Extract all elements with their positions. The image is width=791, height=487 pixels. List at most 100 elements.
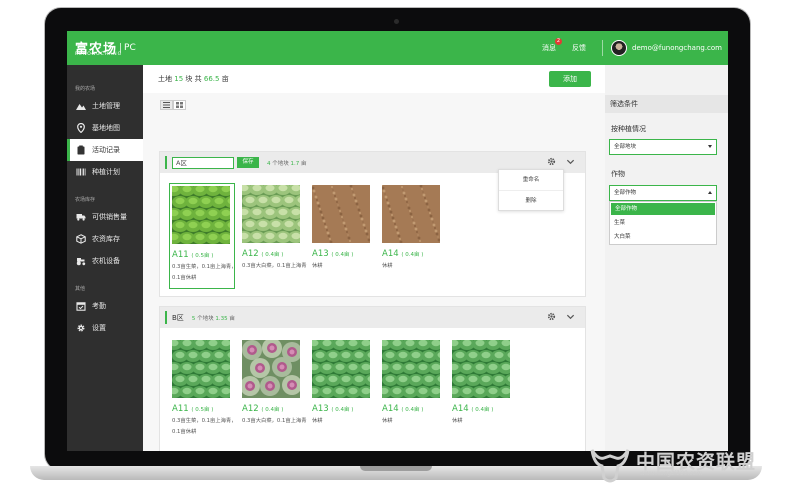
plot-card[interactable]: A14 ( 0.4亩 ) 休耕 [380, 183, 446, 276]
plot-description: 0.3亩生菜，0.1亩上海青，0.1亩休耕 [172, 418, 237, 435]
logo-subtitle: FUNONGCHANG [75, 52, 123, 57]
plot-card[interactable]: A14 ( 0.4亩 ) 休耕 [446, 338, 520, 431]
zone-header: B区 5 个地块 1.35 亩 [160, 307, 585, 328]
feedback-link[interactable]: 反馈 [572, 43, 586, 53]
summary-unit-mu: 亩 [221, 75, 229, 83]
sidebar-item-label: 农资库存 [92, 235, 120, 243]
sidebar-item-truck[interactable]: 可供销售量 [67, 206, 143, 228]
sidebar-item-map-pin[interactable]: 基地地图 [67, 117, 143, 139]
plot-thumbnail[interactable] [446, 338, 520, 398]
sidebar-item-gear[interactable]: 设置 [67, 317, 143, 339]
gear-icon[interactable] [547, 157, 556, 166]
grid-icon [176, 102, 183, 108]
plot-code: A14 [382, 249, 399, 259]
plot-item[interactable]: A14 ( 0.4亩 ) 休耕 [446, 338, 520, 442]
bull-logo-icon [590, 449, 630, 483]
plot-code: A11 [172, 404, 189, 414]
plot-title: A11 ( 0.5亩 ) [172, 404, 236, 414]
rename-menu-item[interactable]: 重命名 [499, 170, 563, 190]
top-right-nav: 消息 2 反馈 demo@funongchang.com [542, 31, 722, 65]
chevron-down-icon[interactable] [566, 312, 575, 321]
crop-select[interactable]: 全部作物 [609, 185, 717, 201]
crop-option[interactable]: 生菜 [610, 216, 716, 230]
plot-card[interactable]: A12 ( 0.4亩 ) 0.3亩大白菜，0.1亩上海青 [236, 183, 310, 276]
sidebar-item-mountain[interactable]: 土地管理 [67, 95, 143, 117]
add-button[interactable]: 添加 [549, 71, 591, 87]
plot-description: 0.3亩生菜，0.1亩上海青，0.1亩休耕 [172, 264, 237, 281]
plot-card[interactable]: A12 ( 0.4亩 ) 0.3亩大白菜，0.1亩上海青 [240, 338, 307, 431]
chevron-up-icon [708, 191, 712, 194]
top-bar: 富农场 PC FUNONGCHANG 消息 2 反馈 demo@funongch… [67, 31, 728, 65]
delete-menu-item[interactable]: 删除 [499, 190, 563, 210]
sidebar-item-tractor[interactable]: 农机设备 [67, 250, 143, 272]
plot-item[interactable]: A12 ( 0.4亩 ) 0.3亩大白菜，0.1亩上海青 [236, 183, 310, 289]
plot-thumbnail[interactable] [311, 184, 371, 244]
zone-name-input[interactable]: A区 [172, 156, 234, 169]
plot-code: A14 [382, 404, 399, 414]
planting-status-select[interactable]: 全部地块 [609, 139, 717, 155]
plot-area: ( 0.4亩 ) [261, 252, 284, 258]
plot-card[interactable]: A11 ( 0.5亩 ) 0.3亩生菜，0.1亩上海青，0.1亩休耕 [166, 338, 240, 442]
plot-thumbnail[interactable] [376, 338, 450, 398]
grid-view-button[interactable] [173, 100, 186, 110]
save-button[interactable]: 保存 [237, 157, 259, 168]
plot-item[interactable]: A14 ( 0.4亩 ) 休耕 [376, 338, 450, 442]
filter-title-text: 筛选条件 [610, 100, 638, 108]
plot-area: ( 0.4亩 ) [401, 252, 424, 258]
plot-item[interactable]: A13 ( 0.4亩 ) 休耕 [310, 183, 380, 289]
plot-code: A14 [452, 404, 469, 414]
messages-label: 消息 [542, 44, 557, 52]
sidebar-item-calendar[interactable]: 考勤 [67, 295, 143, 317]
plot-title: A14 ( 0.4亩 ) [382, 404, 446, 414]
sidebar: 我的农场 土地管理 基地地图 活动记录 种植计划 农场库存 可供销售量 农资库存 农机设备 其他考… [67, 65, 143, 451]
zone-plot-count: 4 [267, 160, 271, 167]
sidebar-item-clipboard[interactable]: 活动记录 [67, 139, 143, 161]
summary-total-area: 66.5 [203, 75, 220, 83]
plot-item[interactable]: A11 ( 0.5亩 ) 0.3亩生菜，0.1亩上海青，0.1亩休耕 [166, 338, 240, 442]
plot-card[interactable]: A13 ( 0.4亩 ) 休耕 [306, 338, 380, 431]
crop-option[interactable]: 大白菜 [610, 230, 716, 244]
crop-option[interactable]: 全部作物 [611, 203, 715, 215]
user-email[interactable]: demo@funongchang.com [632, 44, 722, 52]
plot-title: A13 ( 0.4亩 ) [312, 249, 376, 259]
sidebar-item-label: 种植计划 [92, 168, 120, 176]
plot-item[interactable]: A12 ( 0.4亩 ) 0.3亩大白菜，0.1亩上海青 [240, 338, 310, 442]
plot-card[interactable]: A11 ( 0.5亩 ) 0.3亩生菜，0.1亩上海青，0.1亩休耕 [166, 183, 240, 289]
plot-item[interactable]: A14 ( 0.4亩 ) 休耕 [380, 183, 450, 289]
laptop-notch [360, 466, 432, 471]
avatar[interactable] [611, 40, 628, 56]
crop-dropdown: 全部作物 生菜 大白菜 [609, 201, 717, 245]
zone-actions [537, 312, 575, 321]
summary-total-label: 共 [194, 75, 202, 83]
plot-card[interactable]: A13 ( 0.4亩 ) 休耕 [310, 183, 376, 276]
plot-description: 休耕 [382, 418, 393, 424]
plot-thumbnail[interactable] [240, 338, 302, 398]
plot-code: A13 [312, 404, 329, 414]
sidebar-section-title: 我的农场 [75, 86, 96, 92]
sidebar-item-box[interactable]: 农资库存 [67, 228, 143, 250]
view-toggle [160, 100, 186, 110]
zone-name[interactable]: B区 [172, 313, 184, 323]
plot-area: ( 0.4亩 ) [331, 407, 354, 413]
summary-prefix: 土地 [158, 75, 172, 83]
plot-thumbnail[interactable] [381, 184, 441, 244]
plot-area: ( 0.4亩 ) [401, 407, 424, 413]
plot-area: ( 0.4亩 ) [471, 407, 494, 413]
plot-item[interactable]: A11 ( 0.5亩 ) 0.3亩生菜，0.1亩上海青，0.1亩休耕 [166, 183, 240, 289]
messages-link[interactable]: 消息 2 [542, 38, 563, 53]
plot-thumbnail[interactable] [166, 338, 240, 398]
chevron-down-icon[interactable] [566, 157, 575, 166]
plot-description: 0.3亩大白菜，0.1亩上海青 [242, 263, 307, 269]
plot-card[interactable]: A14 ( 0.4亩 ) 休耕 [376, 338, 450, 431]
sidebar-item-barcode[interactable]: 种植计划 [67, 161, 143, 183]
list-view-button[interactable] [160, 100, 173, 110]
plot-item[interactable]: A13 ( 0.4亩 ) 休耕 [306, 338, 380, 442]
plot-thumbnail[interactable] [306, 338, 380, 398]
plot-code: A12 [242, 404, 259, 414]
plot-description: 休耕 [452, 418, 463, 424]
gear-icon[interactable] [547, 312, 556, 321]
zone-panel: B区 5 个地块 1.35 亩 A11 ( 0.5亩 ) 0.3亩生菜，0.1亩上海青… [159, 306, 586, 451]
plot-thumbnail[interactable] [236, 183, 310, 243]
zone-plot-count: 5 [191, 315, 196, 322]
plot-thumbnail[interactable] [166, 184, 240, 244]
